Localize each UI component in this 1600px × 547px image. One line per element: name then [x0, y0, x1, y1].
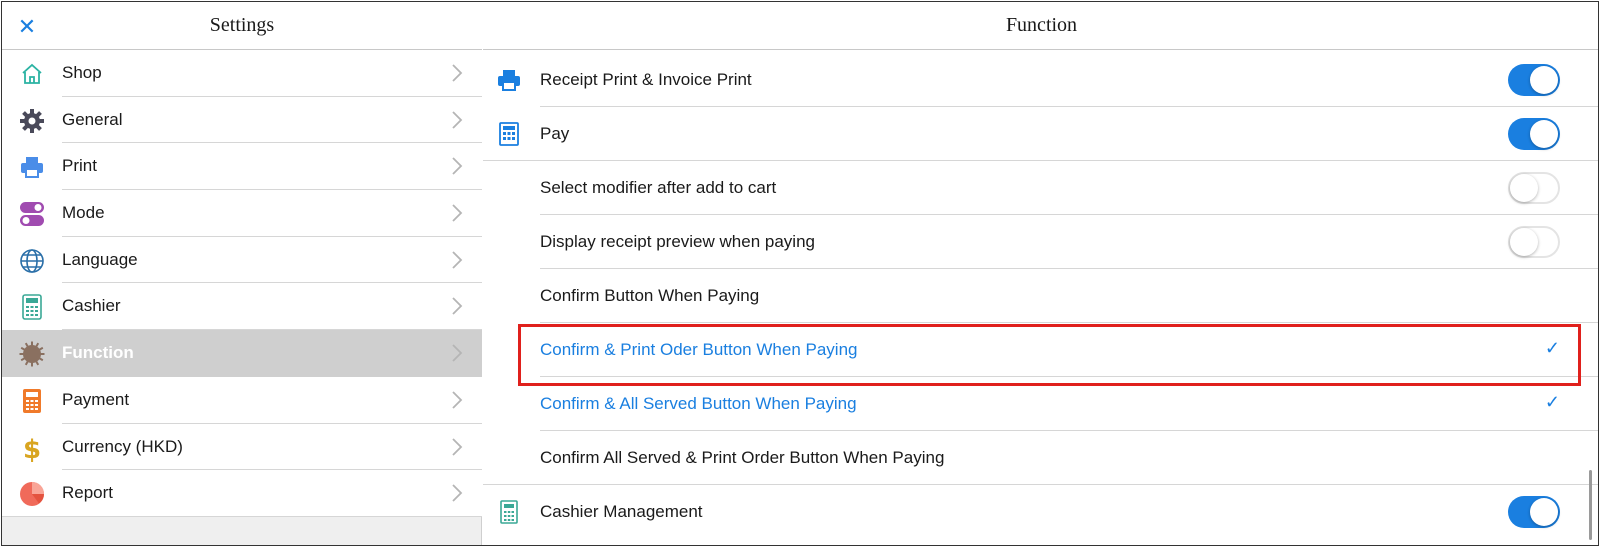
chevron-right-icon	[452, 157, 463, 176]
printer-icon	[18, 153, 46, 181]
sidebar-item-label: Mode	[62, 203, 105, 223]
checkmark-icon: ✓	[1544, 392, 1560, 412]
settings-header: ✕ Settings	[2, 2, 482, 50]
sidebar-item-label: Report	[62, 483, 114, 503]
toggle-knob	[1530, 120, 1558, 148]
row-label: Receipt Print & Invoice Print	[540, 70, 752, 89]
row-label: Pay	[540, 124, 570, 143]
row-label: Confirm Button When Paying	[540, 286, 760, 305]
function-header: Function	[483, 2, 1598, 50]
printer-icon	[495, 66, 523, 94]
setting-row-cashier-management: Cashier Management	[483, 485, 1598, 539]
mode-toggle-icon	[18, 200, 46, 228]
chevron-right-icon	[452, 484, 463, 502]
settings-title: Settings	[209, 14, 275, 36]
option-confirm-print-order[interactable]: Confirm & Print Oder Button When Paying …	[483, 323, 1598, 377]
chevron-right-icon	[452, 391, 463, 409]
svg-text:$: $	[23, 435, 41, 462]
sidebar-item-currency[interactable]: $ Currency (HKD)	[2, 423, 482, 471]
row-label: Confirm All Served & Print Order Button …	[540, 448, 945, 467]
sidebar-item-label: Shop	[62, 63, 102, 82]
setting-row-receipt-print: Receipt Print & Invoice Print	[483, 53, 1598, 107]
page-title: Function	[1005, 14, 1078, 36]
chevron-right-icon	[452, 344, 463, 362]
sidebar-item-label: Cashier	[62, 296, 121, 316]
divider	[2, 515, 482, 517]
chevron-right-icon	[452, 111, 463, 129]
receipt-print-toggle[interactable]	[1508, 64, 1560, 96]
settings-sidebar: ✕ Settings Shop General Print Mode Langu…	[2, 2, 482, 545]
app-window: ✕ Settings Shop General Print Mode Langu…	[1, 1, 1599, 546]
calculator-icon	[495, 120, 523, 148]
sidebar-item-general[interactable]: General	[2, 96, 482, 144]
row-label: Confirm & All Served Button When Paying	[540, 394, 857, 413]
toggle-knob	[1510, 228, 1538, 256]
globe-icon	[18, 247, 46, 275]
sidebar-item-label: Language	[62, 249, 138, 269]
chevron-right-icon	[452, 64, 463, 82]
chevron-right-icon	[452, 251, 463, 269]
toggle-knob	[1510, 174, 1538, 202]
calculator-icon	[18, 387, 46, 415]
shop-icon	[18, 60, 46, 88]
scrollbar[interactable]	[1589, 470, 1592, 540]
setting-row-receipt-preview: Display receipt preview when paying	[483, 215, 1598, 269]
sidebar-item-label: General	[62, 109, 123, 129]
pay-toggle[interactable]	[1508, 118, 1560, 150]
dollar-icon: $	[18, 434, 46, 462]
chevron-right-icon	[452, 204, 463, 222]
sidebar-item-payment[interactable]: Payment	[2, 376, 482, 424]
row-label: Select modifier after add to cart	[540, 178, 777, 197]
toggle-knob	[1530, 66, 1558, 94]
sidebar-item-shop[interactable]: Shop	[2, 50, 482, 97]
function-gear-icon	[18, 340, 46, 368]
pie-chart-icon	[18, 480, 46, 508]
option-confirm-all-served[interactable]: Confirm & All Served Button When Paying …	[483, 377, 1598, 431]
option-confirm-button[interactable]: Confirm Button When Paying	[483, 269, 1598, 323]
toggle-knob	[1530, 498, 1558, 526]
gear-icon	[18, 107, 46, 135]
sidebar-item-function[interactable]: Function	[2, 330, 482, 377]
setting-row-pay: Pay	[483, 107, 1598, 161]
checkmark-icon: ✓	[1544, 338, 1560, 358]
sidebar-item-label: Print	[62, 156, 97, 176]
sidebar-item-cashier[interactable]: Cashier	[2, 283, 482, 331]
chevron-right-icon	[452, 297, 463, 316]
settings-menu: Shop General Print Mode Language Cashier…	[2, 50, 482, 517]
option-confirm-all-served-print-order[interactable]: Confirm All Served & Print Order Button …	[483, 431, 1598, 485]
function-panel: Function Receipt Print & Invoice Print P…	[483, 2, 1598, 545]
setting-row-select-modifier: Select modifier after add to cart	[483, 161, 1598, 215]
chevron-right-icon	[452, 437, 463, 456]
sidebar-item-mode[interactable]: Mode	[2, 190, 482, 237]
cashier-management-toggle[interactable]	[1508, 496, 1560, 528]
sidebar-item-label: Function	[62, 343, 134, 363]
row-label: Confirm & Print Oder Button When Paying	[540, 340, 858, 359]
row-label: Cashier Management	[540, 502, 703, 521]
cashier-icon	[18, 293, 46, 321]
sidebar-item-label: Currency (HKD)	[62, 436, 183, 456]
sidebar-item-report[interactable]: Report	[2, 470, 482, 517]
sidebar-item-language[interactable]: Language	[2, 236, 482, 284]
row-label: Display receipt preview when paying	[540, 232, 815, 251]
sidebar-item-print[interactable]: Print	[2, 143, 482, 191]
select-modifier-toggle[interactable]	[1508, 172, 1560, 204]
cashier-icon	[495, 498, 523, 526]
receipt-preview-toggle[interactable]	[1508, 226, 1560, 258]
sidebar-item-label: Payment	[62, 389, 130, 409]
